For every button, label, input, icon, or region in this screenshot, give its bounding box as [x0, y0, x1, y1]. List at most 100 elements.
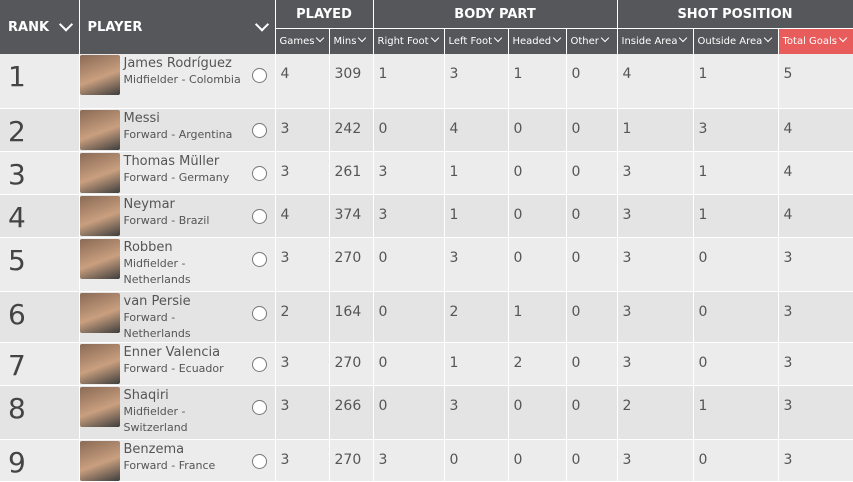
scorers-table: RANK PLAYER PLAYED BODY PART SHOT POSITI…: [0, 0, 853, 482]
player-photo: [79, 386, 120, 427]
other-cell: 0: [566, 151, 618, 195]
outside-area-cell: 3: [693, 108, 779, 152]
inside-area-cell: 1: [617, 108, 694, 152]
player-info: Forward - Argentina: [123, 127, 233, 141]
inside-area-cell: 3: [617, 237, 694, 292]
mins-cell: 309: [329, 54, 374, 109]
select-radio[interactable]: [251, 305, 267, 321]
player-photo: [79, 343, 120, 384]
outside-area-cell: 0: [693, 291, 779, 343]
headed-cell: 0: [508, 385, 567, 440]
player-name: van Persie: [123, 293, 191, 309]
player-name: Shaqiri: [123, 387, 169, 403]
table-row: 5 Robben Midfielder - Netherlands 3 270 0…: [0, 237, 853, 292]
shot-position-group-header: SHOT POSITION: [617, 0, 853, 29]
right-foot-cell: 0: [373, 108, 445, 152]
other-cell: 0: [566, 237, 618, 292]
inside-area-cell: 3: [617, 291, 694, 343]
other-cell: 0: [566, 342, 618, 386]
left-foot-cell: 1: [444, 151, 509, 195]
rank-cell: 6: [0, 291, 80, 343]
inside-area-cell: 4: [617, 54, 694, 109]
inside-area-cell: 3: [617, 342, 694, 386]
outside-area-cell: 0: [693, 439, 779, 482]
games-cell: 3: [275, 385, 330, 440]
mins-cell: 270: [329, 237, 374, 292]
outside-area-cell: 1: [693, 385, 779, 440]
outside-area-cell: 0: [693, 342, 779, 386]
player-photo: [79, 292, 120, 333]
right-foot-cell: 3: [373, 151, 445, 195]
outside-area-cell: 1: [693, 54, 779, 109]
played-group-header: PLAYED: [275, 0, 374, 29]
right-foot-cell: 3: [373, 439, 445, 482]
total-goals-cell: 3: [778, 439, 853, 482]
right-foot-cell: 0: [373, 342, 445, 386]
left-foot-cell: 2: [444, 291, 509, 343]
total-goals-cell: 3: [778, 237, 853, 292]
chevron-down-icon: [254, 17, 269, 32]
select-radio[interactable]: [251, 208, 267, 224]
sort-inside-area[interactable]: Inside Area: [617, 28, 694, 54]
rank-cell: 4: [0, 194, 80, 238]
games-cell: 4: [275, 54, 330, 109]
headed-cell: 1: [508, 54, 567, 109]
total-goals-cell: 4: [778, 151, 853, 195]
player-name: Messi: [123, 110, 160, 126]
mins-cell: 374: [329, 194, 374, 238]
select-radio[interactable]: [251, 122, 267, 138]
sort-games[interactable]: Games: [275, 28, 330, 54]
chevron-down-icon: [600, 33, 610, 43]
chevron-down-icon: [764, 33, 773, 43]
right-foot-cell: 3: [373, 194, 445, 238]
outside-area-cell: 1: [693, 151, 779, 195]
games-cell: 3: [275, 108, 330, 152]
player-photo: [79, 440, 120, 481]
sort-outside-area[interactable]: Outside Area: [693, 28, 779, 54]
outside-area-cell: 0: [693, 237, 779, 292]
select-radio[interactable]: [251, 453, 267, 469]
chevron-down-icon: [430, 33, 439, 43]
total-goals-cell: 4: [778, 194, 853, 238]
sort-right-foot[interactable]: Right Foot: [373, 28, 445, 54]
select-radio[interactable]: [251, 251, 267, 267]
other-cell: 0: [566, 194, 618, 238]
table-row: 3 Thomas Müller Forward - Germany 3 261 3…: [0, 151, 853, 195]
select-radio[interactable]: [251, 399, 267, 415]
mins-cell: 261: [329, 151, 374, 195]
table-row: 9 Benzema Forward - France 3 270 3 0 0 0 …: [0, 439, 853, 482]
table-row: 6 van Persie Forward - Netherlands 2 164 …: [0, 291, 853, 343]
mins-cell: 242: [329, 108, 374, 152]
select-radio[interactable]: [251, 356, 267, 372]
player-cell: Neymar Forward - Brazil: [79, 194, 276, 238]
sort-other[interactable]: Other: [566, 28, 618, 54]
player-cell: Robben Midfielder - Netherlands: [79, 237, 276, 292]
select-radio[interactable]: [251, 68, 267, 83]
headed-cell: 1: [508, 291, 567, 343]
right-foot-cell: 1: [373, 54, 445, 109]
rank-cell: 2: [0, 108, 80, 152]
header-row: RANK PLAYER PLAYED BODY PART SHOT POSITI…: [0, 0, 853, 54]
player-photo: [79, 55, 120, 95]
player-info: Forward - France: [123, 458, 216, 472]
player-header[interactable]: PLAYER: [79, 0, 276, 54]
headed-cell: 2: [508, 342, 567, 386]
games-cell: 4: [275, 194, 330, 238]
sort-total-goals[interactable]: Total Goals: [778, 28, 853, 54]
right-foot-cell: 0: [373, 385, 445, 440]
player-info: Forward - Netherlands: [123, 310, 191, 340]
player-cell: James Rodríguez Midfielder - Colombia: [79, 54, 276, 109]
mins-cell: 266: [329, 385, 374, 440]
player-photo: [79, 152, 120, 193]
sort-left-foot[interactable]: Left Foot: [444, 28, 509, 54]
select-radio[interactable]: [251, 165, 267, 181]
sort-mins[interactable]: Mins: [329, 28, 374, 54]
sort-headed[interactable]: Headed: [508, 28, 567, 54]
right-foot-cell: 0: [373, 291, 445, 343]
chevron-down-icon: [838, 33, 848, 43]
rank-header[interactable]: RANK: [0, 0, 80, 54]
player-name: Enner Valencia: [123, 344, 221, 360]
left-foot-cell: 1: [444, 194, 509, 238]
right-foot-cell: 0: [373, 237, 445, 292]
table-row: 7 Enner Valencia Forward - Ecuador 3 270 …: [0, 342, 853, 386]
